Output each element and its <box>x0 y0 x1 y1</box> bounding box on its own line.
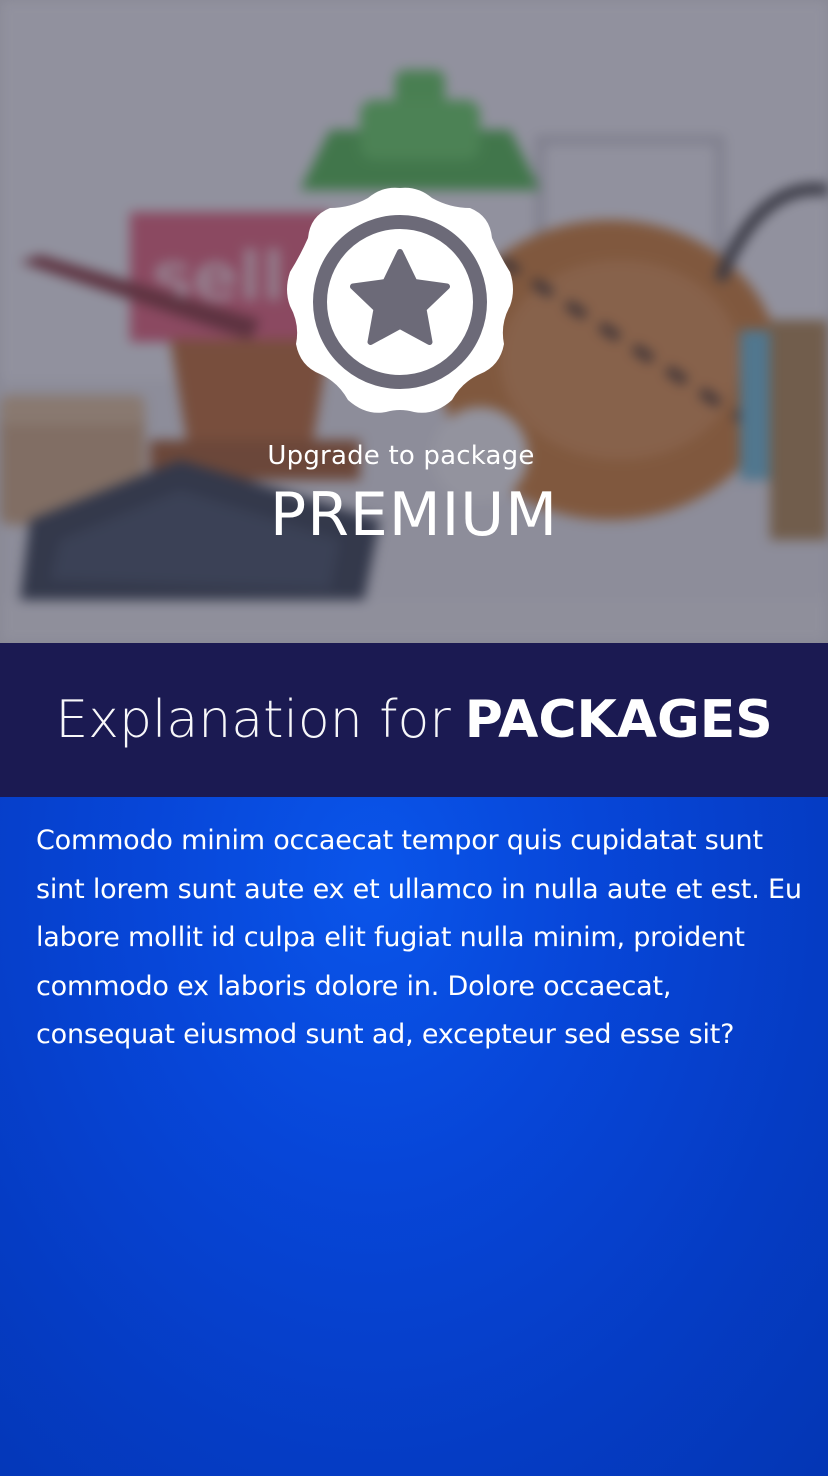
explanation-heading-bold: PACKAGES <box>464 690 773 750</box>
explanation-heading-light: Explanation for <box>55 690 451 750</box>
explanation-header: Explanation for PACKAGES <box>0 643 828 797</box>
premium-upgrade-screen: sell <box>0 0 828 1476</box>
hero-banner: sell <box>0 0 828 643</box>
explanation-paragraph: Commodo minim occaecat tempor quis cupid… <box>36 825 802 1050</box>
upgrade-subtitle: Upgrade to package <box>267 441 535 471</box>
star-seal-icon <box>286 186 514 420</box>
explanation-body: Commodo minim occaecat tempor quis cupid… <box>0 797 828 1476</box>
package-title: PREMIUM <box>270 480 558 550</box>
explanation-heading: Explanation for PACKAGES <box>55 690 772 750</box>
hero-content: Upgrade to package PREMIUM <box>0 0 828 643</box>
